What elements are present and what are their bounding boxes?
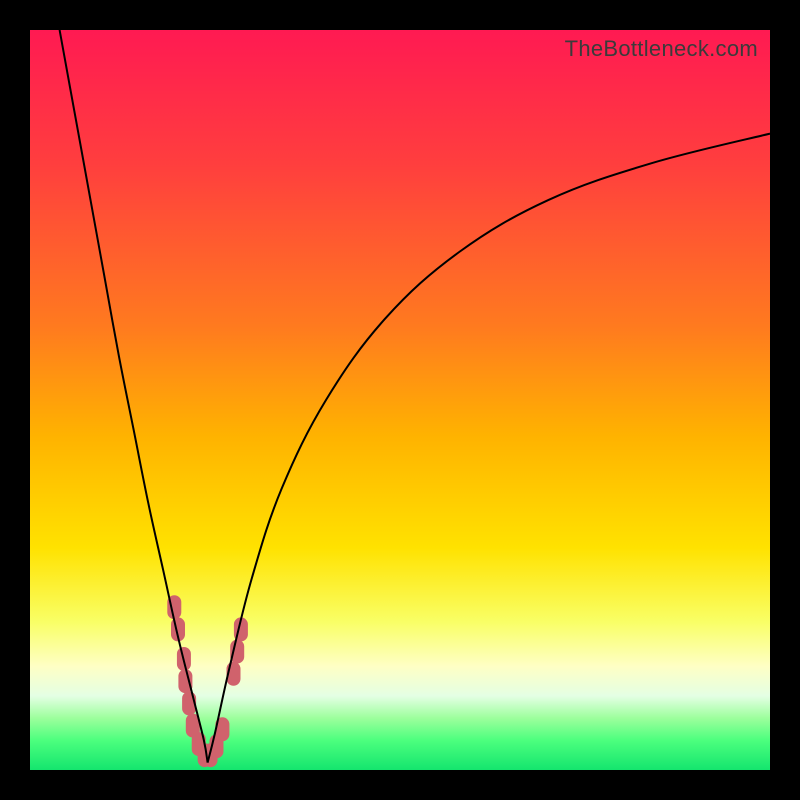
chart-frame: TheBottleneck.com bbox=[0, 0, 800, 800]
plot-area: TheBottleneck.com bbox=[30, 30, 770, 770]
curve-right-branch bbox=[208, 134, 770, 763]
marker-layer bbox=[167, 595, 248, 767]
chart-svg bbox=[30, 30, 770, 770]
